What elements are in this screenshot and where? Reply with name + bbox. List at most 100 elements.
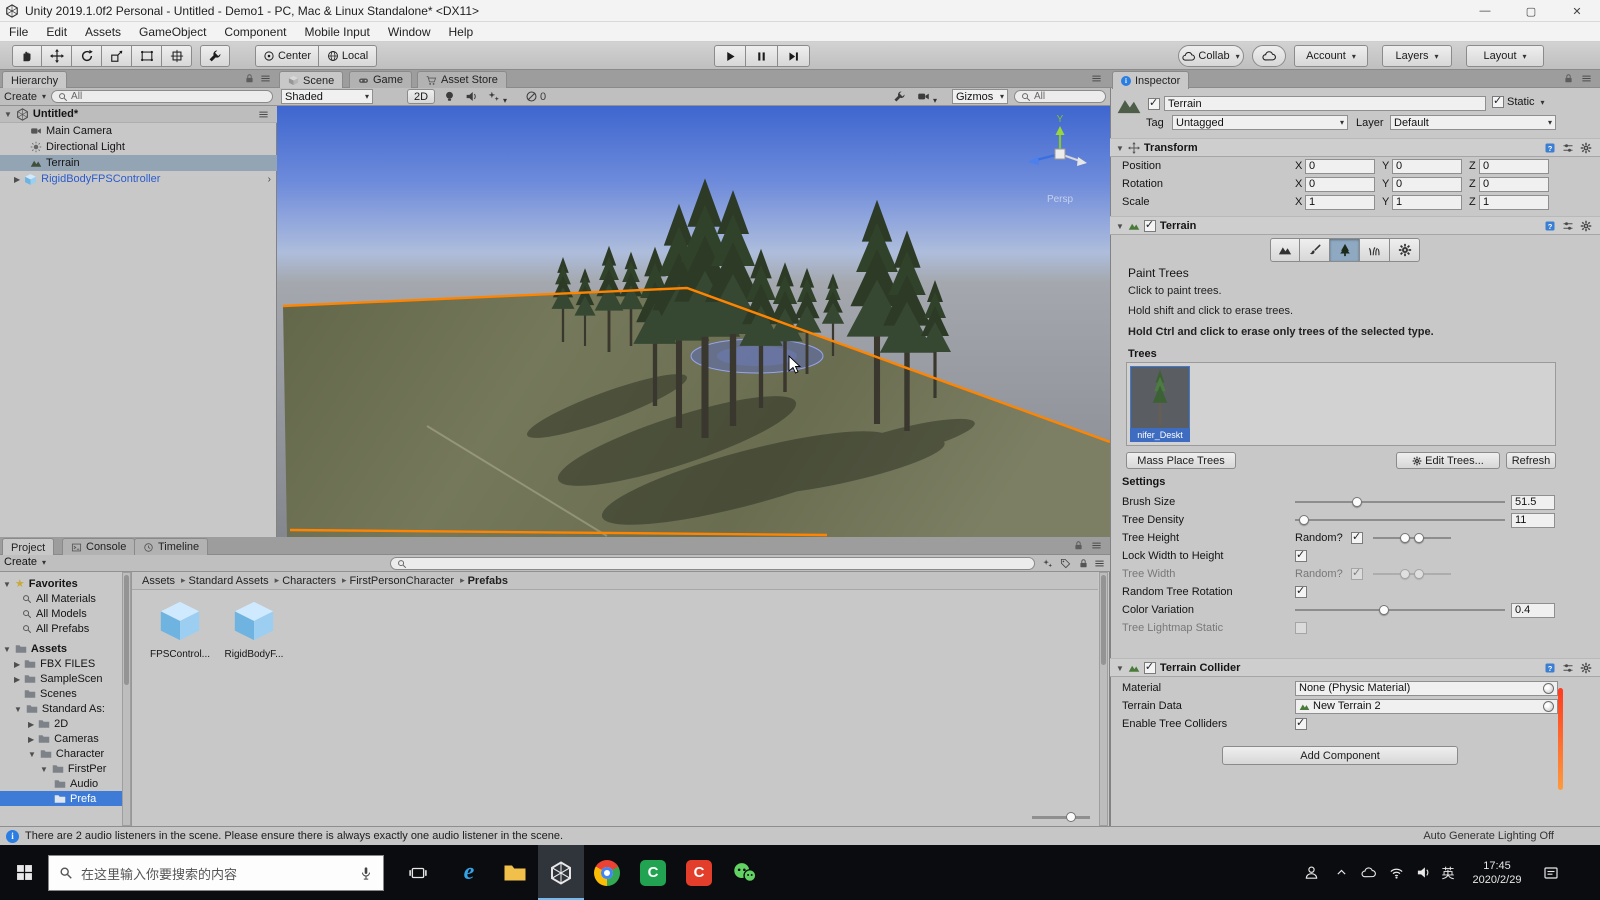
- menu-assets[interactable]: Assets: [76, 22, 130, 42]
- hierarchy-create-button[interactable]: Create: [4, 91, 46, 103]
- lock-icon[interactable]: [1078, 558, 1089, 572]
- tree-all-materials[interactable]: All Materials: [0, 591, 131, 606]
- tree-prefabs-selected[interactable]: Prefa: [0, 791, 131, 806]
- tree-all-prefabs[interactable]: All Prefabs: [0, 621, 131, 636]
- maximize-button[interactable]: ▢: [1508, 0, 1554, 22]
- foldout-closed-icon[interactable]: [14, 173, 20, 185]
- tab-inspector[interactable]: i Inspector: [1112, 71, 1190, 89]
- taskbar-edge[interactable]: e: [446, 845, 492, 900]
- foldout-open-icon[interactable]: [3, 643, 11, 655]
- project-create-button[interactable]: Create: [4, 556, 46, 568]
- preset-icon[interactable]: [1562, 662, 1574, 677]
- active-checkbox[interactable]: [1148, 97, 1160, 110]
- hierarchy-item-directional-light[interactable]: Directional Light: [0, 139, 277, 155]
- tree-audio[interactable]: Audio: [0, 776, 131, 791]
- tree-fbx-files[interactable]: FBX FILES: [0, 656, 131, 671]
- step-button[interactable]: [778, 45, 810, 67]
- edit-trees-button[interactable]: Edit Trees...: [1396, 452, 1500, 469]
- tree-palette-item-selected[interactable]: nifer_Deskt: [1130, 366, 1190, 442]
- project-splitter[interactable]: [131, 572, 132, 826]
- play-button[interactable]: [714, 45, 746, 67]
- tab-project[interactable]: Project: [2, 538, 55, 556]
- static-toggle[interactable]: Static: [1492, 95, 1545, 108]
- tree-favorites[interactable]: ★ Favorites: [0, 576, 131, 591]
- refresh-button[interactable]: Refresh: [1506, 452, 1556, 469]
- tree-standard-assets[interactable]: Standard As:: [0, 701, 131, 716]
- hierarchy-lock-icon[interactable]: [244, 73, 255, 87]
- hand-tool-button[interactable]: [12, 45, 42, 67]
- thumbnail-zoom-slider[interactable]: [1032, 816, 1090, 819]
- color-variation-slider[interactable]: [1295, 603, 1505, 617]
- foldout-closed-icon[interactable]: [28, 718, 34, 730]
- status-bar[interactable]: i There are 2 audio listeners in the sce…: [0, 826, 1600, 845]
- file-fpscontroller[interactable]: FPSControl...: [148, 598, 212, 670]
- add-component-button[interactable]: Add Component: [1222, 746, 1458, 765]
- position-y-field[interactable]: 0: [1392, 158, 1462, 174]
- tag-dropdown[interactable]: Untagged: [1172, 115, 1348, 130]
- project-toolbar-menu-icon[interactable]: [1094, 558, 1105, 572]
- foldout-closed-icon[interactable]: [14, 673, 20, 685]
- hierarchy-item-rigidbodyfpscontroller[interactable]: RigidBodyFPSController ›: [0, 171, 277, 187]
- tree-cameras[interactable]: Cameras: [0, 731, 131, 746]
- scene-camera-icon[interactable]: [917, 90, 937, 106]
- tree-firstpersoncharacter[interactable]: FirstPer: [0, 761, 131, 776]
- tree-height-random-checkbox[interactable]: [1351, 531, 1363, 544]
- tree-height-range-slider[interactable]: [1373, 531, 1451, 545]
- lighting-toggle-icon[interactable]: [443, 90, 456, 106]
- pivot-mode-button[interactable]: Center: [255, 45, 319, 67]
- transform-tool-button[interactable]: [162, 45, 192, 67]
- persp-label[interactable]: Persp: [1047, 194, 1074, 205]
- mass-place-trees-button[interactable]: Mass Place Trees: [1126, 452, 1236, 469]
- menu-component[interactable]: Component: [215, 22, 295, 42]
- transform-header[interactable]: Transform: [1110, 138, 1600, 157]
- help-icon[interactable]: [1544, 142, 1556, 157]
- paint-texture-tool[interactable]: [1300, 238, 1330, 262]
- taskbar-app-red[interactable]: C: [676, 845, 722, 900]
- taskbar-unity[interactable]: [538, 845, 584, 900]
- close-button[interactable]: ✕: [1554, 0, 1600, 22]
- foldout-open-icon[interactable]: [14, 703, 22, 715]
- hierarchy-scene-row[interactable]: Untitled*: [0, 106, 277, 123]
- brush-size-slider[interactable]: [1295, 495, 1505, 509]
- rotation-space-button[interactable]: Local: [319, 45, 377, 67]
- rotation-x-field[interactable]: 0: [1305, 176, 1375, 192]
- project-menu-icon[interactable]: [1091, 540, 1102, 554]
- effects-dropdown-icon[interactable]: [487, 90, 507, 106]
- object-picker-icon[interactable]: [1543, 700, 1554, 712]
- scale-y-field[interactable]: 1: [1392, 194, 1462, 210]
- taskbar-chrome[interactable]: [584, 845, 630, 900]
- audio-toggle-icon[interactable]: [465, 90, 478, 106]
- tab-console[interactable]: Console: [62, 538, 136, 555]
- foldout-open-icon[interactable]: [4, 108, 12, 120]
- scale-tool-button[interactable]: [102, 45, 132, 67]
- project-search-input[interactable]: [390, 557, 1035, 570]
- label-tag-icon[interactable]: [1060, 558, 1071, 572]
- breadcrumb-prefabs[interactable]: Prefabs: [468, 575, 508, 587]
- foldout-open-icon[interactable]: [1116, 142, 1124, 154]
- brush-size-field[interactable]: 51.5: [1511, 494, 1555, 510]
- tray-clock[interactable]: 17:45 2020/2/29: [1462, 845, 1532, 900]
- rect-tool-button[interactable]: [132, 45, 162, 67]
- gear-icon[interactable]: [1580, 142, 1592, 157]
- tree-samplescenes[interactable]: SampleScen: [0, 671, 131, 686]
- task-view-button[interactable]: [396, 845, 440, 900]
- tab-asset-store[interactable]: Asset Store: [417, 71, 507, 88]
- inspector-lock-icon[interactable]: [1563, 73, 1574, 87]
- paint-trees-tool[interactable]: [1330, 238, 1360, 262]
- gizmos-dropdown[interactable]: Gizmos: [952, 89, 1008, 104]
- rotation-z-field[interactable]: 0: [1479, 176, 1549, 192]
- action-center-button[interactable]: [1534, 845, 1568, 900]
- scene-menu-icon[interactable]: [1091, 73, 1102, 87]
- static-dropdown-icon[interactable]: [1538, 96, 1545, 108]
- tree-density-field[interactable]: 11: [1511, 512, 1555, 528]
- custom-tool-button[interactable]: [200, 45, 230, 67]
- prefab-arrow-icon[interactable]: ›: [268, 174, 271, 185]
- random-rotation-checkbox[interactable]: [1295, 585, 1307, 598]
- foldout-closed-icon[interactable]: [14, 658, 20, 670]
- collab-button[interactable]: Collab: [1178, 45, 1244, 67]
- menu-help[interactable]: Help: [440, 22, 483, 42]
- tray-volume-icon[interactable]: [1410, 845, 1436, 900]
- preset-icon[interactable]: [1562, 142, 1574, 157]
- breadcrumb-characters[interactable]: Characters: [282, 575, 349, 587]
- collider-enabled-checkbox[interactable]: [1143, 661, 1156, 674]
